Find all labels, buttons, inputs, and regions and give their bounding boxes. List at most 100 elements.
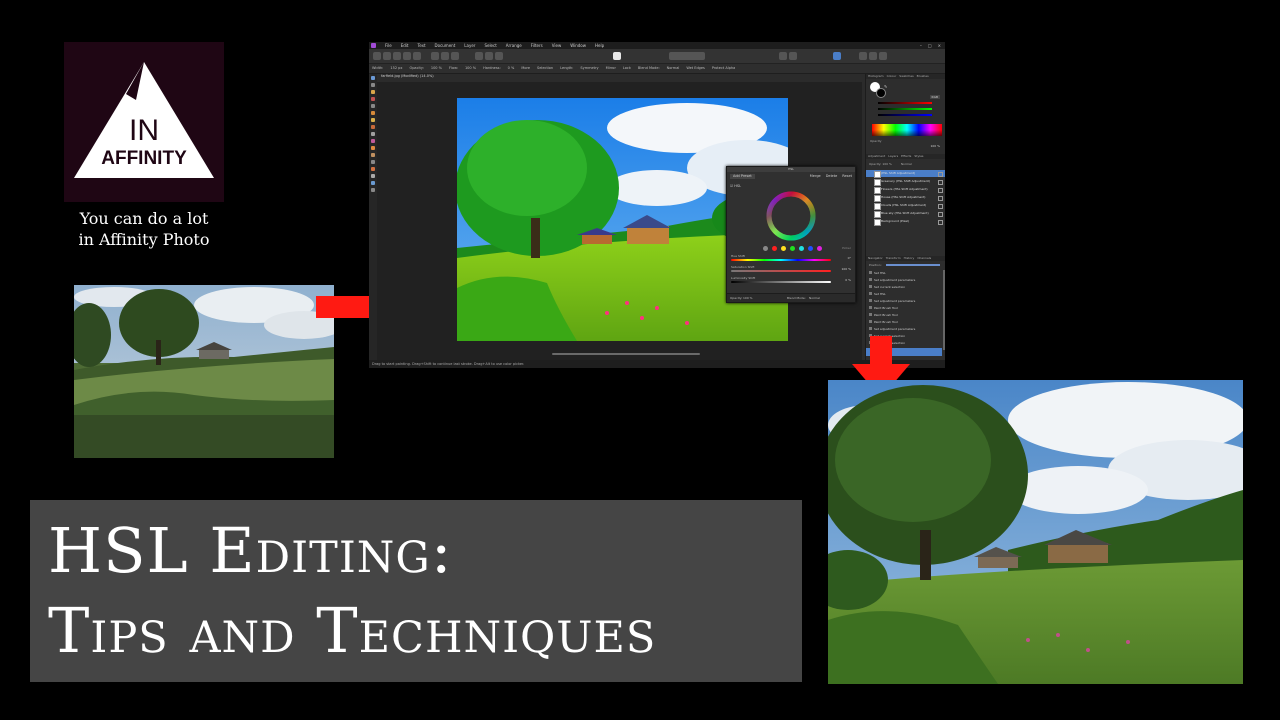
eyedropper-icon[interactable]: ✎ [884,84,887,89]
visibility-checkbox[interactable] [938,196,943,201]
color-opacity-value[interactable]: 100 % [930,144,940,148]
history-row[interactable]: Paint Brush Tool [866,312,942,318]
green-slider[interactable] [878,108,932,110]
hue-shift-slider[interactable] [731,259,831,261]
panel-tab-history[interactable]: History [904,256,915,261]
erase-brush-icon[interactable] [371,125,375,129]
context-item[interactable]: Length: [560,66,573,70]
menu-item-window[interactable]: Window [570,43,586,48]
delete-button[interactable]: Delete [826,174,838,179]
context-item[interactable]: Width: [372,66,383,70]
pen-tool-icon[interactable] [371,160,375,164]
toolbar-button[interactable] [789,52,797,60]
dodge-tool-icon[interactable] [371,132,375,136]
panel-tab-colour[interactable]: Colour [887,74,897,79]
context-item[interactable]: Lock [623,66,631,70]
layer-row[interactable]: Greenery (HSL Shift Adjustment) [866,178,945,186]
minimize-icon[interactable]: – [920,43,922,48]
context-item[interactable]: 0 % [508,66,515,70]
panel-tab-adjustment[interactable]: Adjustment [868,154,885,159]
blue-swatch[interactable] [808,246,813,251]
history-row[interactable]: Set HSL [866,270,942,276]
document-tab[interactable]: farfield.jpg (Modified) (14.0%) [377,74,434,80]
context-item[interactable]: 100 % [431,66,442,70]
saturation-shift-slider[interactable] [731,270,831,272]
visibility-checkbox[interactable] [938,188,943,193]
layer-row[interactable]: Flowers (HSL Shift Adjustment) [866,186,945,194]
history-row[interactable]: Set adjustment parameters [866,298,942,304]
visibility-checkbox[interactable] [938,212,943,217]
toolbar-button[interactable] [613,52,621,60]
cyan-swatch[interactable] [799,246,804,251]
menu-item-help[interactable]: Help [595,43,604,48]
history-row[interactable]: Set adjustment parameters [866,277,942,283]
visibility-checkbox[interactable] [938,172,943,177]
toolbar-button[interactable] [495,52,503,60]
color-mode-select[interactable]: RGB [929,95,940,99]
persona-tonemap-button[interactable] [403,52,411,60]
panel-tab-styles[interactable]: Styles [914,154,923,159]
paint-brush-icon[interactable] [371,118,375,122]
history-position-slider[interactable] [886,264,940,266]
menu-item-edit[interactable]: Edit [401,43,409,48]
secondary-color-well[interactable] [876,88,886,98]
context-item[interactable]: Symmetry [580,66,598,70]
clone-tool-icon[interactable] [371,139,375,143]
panel-tab-swatches[interactable]: Swatches [899,74,913,79]
toolbar-button[interactable] [485,52,493,60]
layer-row[interactable]: House (HSL Shift Adjustment) [866,194,945,202]
persona-photo-button[interactable] [373,52,381,60]
history-row[interactable]: Set HSL [866,291,942,297]
shape-tool-icon[interactable] [371,167,375,171]
master-swatch[interactable] [763,246,768,251]
panel-tab-transform[interactable]: Transform [886,256,901,261]
context-item[interactable]: Flow: [449,66,458,70]
history-row[interactable]: Set adjustment parameters [866,326,942,332]
layer-row[interactable]: Clouds (HSL Shift Adjustment) [866,202,945,210]
layers-blend-mode[interactable]: Normal [901,162,912,166]
context-item[interactable]: 152 px [390,66,402,70]
toolbar-button[interactable] [833,52,841,60]
panel-tab-effects[interactable]: Effects [901,154,911,159]
context-item[interactable]: Protect Alpha [712,66,735,70]
panel-tab-channels[interactable]: Channels [917,256,931,261]
color-spectrum[interactable] [872,124,942,136]
layer-row[interactable]: Blue sky (HSL Shift Adjustment) [866,210,945,218]
toolbar-button-group[interactable] [669,52,705,60]
add-preset-button[interactable]: Add Preset [730,174,755,179]
hue-shift-value[interactable]: 0° [848,256,851,260]
history-scrollbar[interactable] [943,270,945,350]
blemish-tool-icon[interactable] [371,146,375,150]
toolbar-button[interactable] [451,52,459,60]
menu-item-file[interactable]: File [385,43,392,48]
reset-button[interactable]: Reset [842,174,852,179]
toolbar-button[interactable] [441,52,449,60]
persona-export-button[interactable] [413,52,421,60]
hsl-checkbox[interactable]: ☑ HSL [730,184,741,188]
history-row[interactable]: Set current selection [866,284,942,290]
context-item[interactable]: Hardness: [483,66,501,70]
history-row[interactable]: Paint Brush Tool [866,319,942,325]
crop-tool-icon[interactable] [371,90,375,94]
context-item[interactable]: Opacity: [409,66,423,70]
toolbar-button[interactable] [859,52,867,60]
menu-item-arrange[interactable]: Arrange [506,43,522,48]
saturation-shift-value[interactable]: 100 % [841,267,851,271]
canvas[interactable]: HSL Add Preset Merge Delete Reset ☑ HSL [377,82,862,360]
context-item[interactable]: Normal [667,66,680,70]
red-slider[interactable] [878,102,932,104]
layer-row[interactable]: (HSL Shift Adjustment) [866,170,945,178]
gradient-tool-icon[interactable] [371,181,375,185]
persona-liquify-button[interactable] [383,52,391,60]
magenta-swatch[interactable] [817,246,822,251]
opacity-value[interactable]: 100 % [743,296,753,300]
toolbar-button[interactable] [431,52,439,60]
persona-develop-button[interactable] [393,52,401,60]
luminosity-shift-value[interactable]: 0 % [845,278,851,282]
toolbar-button[interactable] [879,52,887,60]
context-item[interactable]: 100 % [465,66,476,70]
context-item[interactable]: Selection [537,66,553,70]
panel-tab-navigator[interactable]: Navigator [868,256,883,261]
menu-item-select[interactable]: Select [484,43,496,48]
toolbar-button[interactable] [869,52,877,60]
